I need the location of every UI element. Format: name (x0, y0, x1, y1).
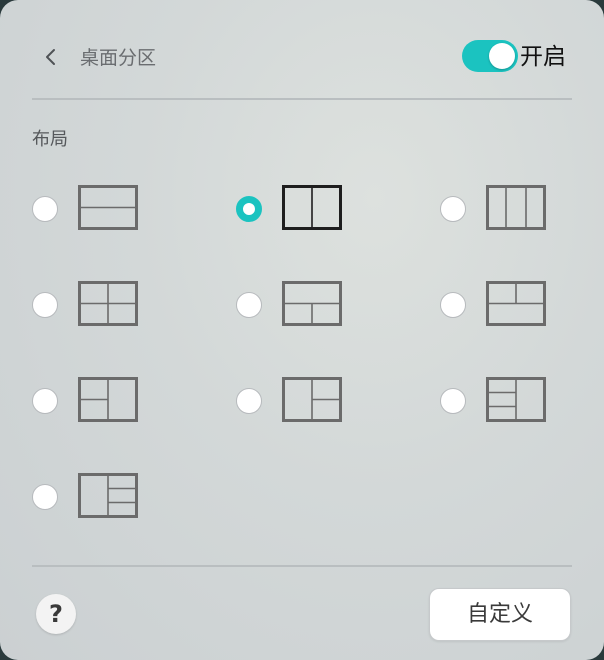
layout-top-split-bottom-full-icon (486, 281, 546, 326)
layout-radio[interactable] (440, 292, 466, 318)
layout-option-left-full-right-three[interactable] (32, 473, 172, 523)
layout-left-full-right-split-icon (282, 377, 342, 422)
layout-option-left-split-right-full[interactable] (32, 377, 172, 427)
help-button[interactable]: ? (36, 594, 76, 634)
toggle-knob (489, 43, 515, 69)
layout-left-split-right-full-icon (78, 377, 138, 422)
layout-two-rows-icon (78, 185, 138, 230)
layout-two-columns-icon (282, 185, 342, 230)
help-icon: ? (49, 600, 63, 628)
desktop-zoning-panel: 桌面分区 开启 布局 ? 自定义 (0, 0, 604, 660)
layout-option-top-full-bottom-split[interactable] (236, 281, 376, 331)
layout-option-top-split-bottom-full[interactable] (440, 281, 580, 331)
footer-divider (32, 565, 572, 567)
chevron-left-icon (46, 49, 55, 65)
layout-option-left-three-right-full[interactable] (440, 377, 580, 427)
layout-radio[interactable] (236, 388, 262, 414)
layout-option-left-full-right-split[interactable] (236, 377, 376, 427)
layout-three-columns-icon (486, 185, 546, 230)
layout-option-two-rows[interactable] (32, 185, 172, 235)
layout-radio[interactable] (32, 484, 58, 510)
layout-radio-selected[interactable] (236, 196, 262, 222)
layout-radio[interactable] (236, 292, 262, 318)
panel-header: 桌面分区 开启 (0, 0, 604, 100)
back-button[interactable] (38, 40, 66, 74)
layout-section-label: 布局 (32, 129, 68, 150)
layout-radio[interactable] (440, 388, 466, 414)
layout-option-four-grid[interactable] (32, 281, 172, 331)
layout-radio[interactable] (32, 388, 58, 414)
layout-radio[interactable] (32, 292, 58, 318)
layout-four-grid-icon (78, 281, 138, 326)
layout-option-two-columns[interactable] (236, 185, 376, 235)
header-divider (32, 98, 572, 100)
customize-button[interactable]: 自定义 (429, 588, 571, 641)
toggle-label: 开启 (520, 44, 566, 70)
layout-option-three-columns[interactable] (440, 185, 580, 235)
layout-left-full-right-three-icon (78, 473, 138, 518)
layout-radio[interactable] (32, 196, 58, 222)
enable-toggle-group: 开启 (462, 40, 574, 74)
layout-radio[interactable] (440, 196, 466, 222)
enable-toggle[interactable] (462, 40, 518, 72)
page-title: 桌面分区 (80, 47, 157, 69)
layout-top-full-bottom-split-icon (282, 281, 342, 326)
layout-left-three-right-full-icon (486, 377, 546, 422)
